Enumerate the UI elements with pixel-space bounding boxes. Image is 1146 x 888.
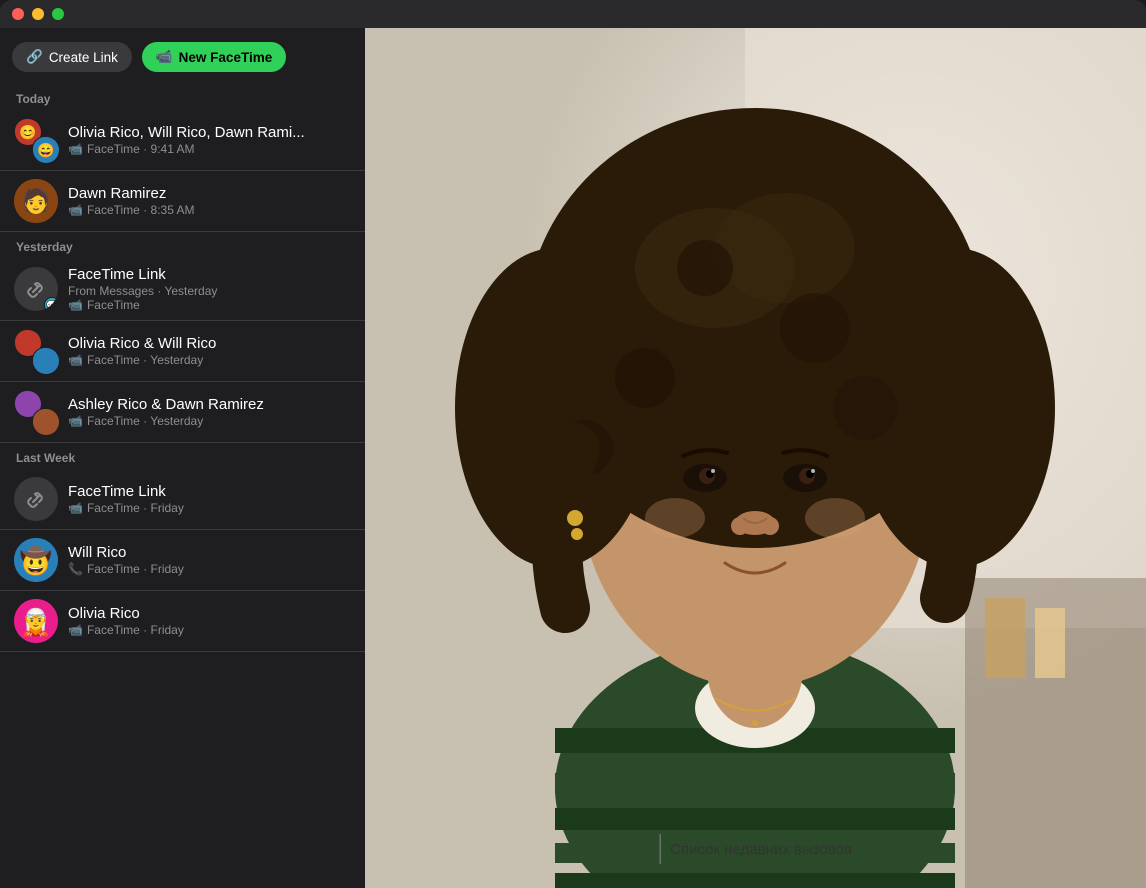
- call-info-today-2: Dawn Ramirez 📹 FaceTime · 8:35 AM: [68, 185, 195, 217]
- create-link-button[interactable]: 🔗 Create Link: [12, 42, 132, 72]
- svg-text:🤠: 🤠: [20, 545, 52, 576]
- video-icon-today2: 📹: [68, 203, 83, 217]
- video-icon-lw1: 📹: [68, 501, 83, 515]
- call-name-yesterday-1: FaceTime Link: [68, 266, 217, 283]
- messages-badge: 💬: [44, 297, 58, 311]
- call-meta-today-1: 📹 FaceTime · 9:41 AM: [68, 142, 305, 156]
- call-item-yesterday-3[interactable]: Ashley Rico & Dawn Ramirez 📹 FaceTime · …: [0, 382, 365, 443]
- call-name-yesterday-2: Olivia Rico & Will Rico: [68, 335, 216, 352]
- call-name-lastweek-1: FaceTime Link: [68, 483, 184, 500]
- call-item-yesterday-1[interactable]: 💬 FaceTime Link From Messages · Yesterda…: [0, 258, 365, 321]
- avatar-multi-yesterday2: [14, 329, 58, 373]
- call-item-yesterday-2[interactable]: Olivia Rico & Will Rico 📹 FaceTime · Yes…: [0, 321, 365, 382]
- video-icon-lw3: 📹: [68, 623, 83, 637]
- avatar-multi-today1: 😊 😄: [14, 118, 58, 162]
- avatar-olivia-lw: 🧝: [14, 599, 58, 643]
- video-icon-today1: 📹: [68, 142, 83, 156]
- call-meta-yesterday-1a: From Messages · Yesterday: [68, 284, 217, 298]
- svg-text:🧑: 🧑: [21, 186, 51, 215]
- avatar-dawn: 🧑: [14, 179, 58, 223]
- video-icon-y1: 📹: [68, 298, 83, 312]
- create-link-label: Create Link: [49, 50, 118, 65]
- call-info-yesterday-3: Ashley Rico & Dawn Ramirez 📹 FaceTime · …: [68, 396, 264, 428]
- avatar-will-lw: 🤠: [14, 538, 58, 582]
- background-photo: [365, 28, 1146, 888]
- avatar-dawn2: [32, 408, 58, 434]
- caption-area: Список недавних вызовов: [659, 834, 852, 864]
- title-bar: [0, 0, 1146, 28]
- call-meta-lastweek-2: 📞 FaceTime · Friday: [68, 562, 184, 576]
- call-item-lastweek-2[interactable]: 🤠 Will Rico 📞 FaceTime · Friday: [0, 530, 365, 591]
- call-item-today-1[interactable]: 😊 😄 Olivia Rico, Will Rico, Dawn Rami...…: [0, 110, 365, 171]
- call-info-lastweek-2: Will Rico 📞 FaceTime · Friday: [68, 544, 184, 576]
- call-meta-yesterday-2: 📹 FaceTime · Yesterday: [68, 353, 216, 367]
- call-meta-lastweek-3: 📹 FaceTime · Friday: [68, 623, 184, 637]
- avatar-link-lastweek1: [14, 477, 58, 521]
- caption-text: Список недавних вызовов: [670, 841, 852, 858]
- call-item-today-2[interactable]: 🧑 Dawn Ramirez 📹 FaceTime · 8:35 AM: [0, 171, 365, 232]
- minimize-button[interactable]: [32, 8, 44, 20]
- avatar-will: 😄: [32, 136, 58, 162]
- call-item-lastweek-3[interactable]: 🧝 Olivia Rico 📹 FaceTime · Friday: [0, 591, 365, 652]
- call-meta-yesterday-1b: 📹 FaceTime: [68, 298, 217, 312]
- video-camera-icon: 📹: [156, 49, 173, 65]
- toolbar: 🔗 Create Link 📹 New FaceTime: [0, 28, 365, 84]
- video-icon-y3: 📹: [68, 414, 83, 428]
- sidebar: 🔗 Create Link 📹 New FaceTime Today 😊: [0, 28, 365, 888]
- content-panel: Список недавних вызовов: [365, 28, 1146, 888]
- call-name-today-2: Dawn Ramirez: [68, 185, 195, 202]
- call-name-today-1: Olivia Rico, Will Rico, Dawn Rami...: [68, 124, 305, 141]
- call-meta-yesterday-3: 📹 FaceTime · Yesterday: [68, 414, 264, 428]
- close-button[interactable]: [12, 8, 24, 20]
- main-container: 🔗 Create Link 📹 New FaceTime Today 😊: [0, 28, 1146, 888]
- avatar-multi-yesterday3: [14, 390, 58, 434]
- call-info-yesterday-1: FaceTime Link From Messages · Yesterday …: [68, 266, 217, 312]
- new-facetime-button[interactable]: 📹 New FaceTime: [142, 42, 286, 72]
- call-name-yesterday-3: Ashley Rico & Dawn Ramirez: [68, 396, 264, 413]
- new-facetime-label: New FaceTime: [179, 50, 273, 65]
- call-name-lastweek-3: Olivia Rico: [68, 605, 184, 622]
- call-meta-lastweek-1: 📹 FaceTime · Friday: [68, 501, 184, 515]
- phone-icon-lw2: 📞: [68, 562, 83, 576]
- maximize-button[interactable]: [52, 8, 64, 20]
- section-header-yesterday: Yesterday: [0, 232, 365, 258]
- avatar-link-yesterday1: 💬: [14, 267, 58, 311]
- video-icon-y2: 📹: [68, 353, 83, 367]
- avatar-will2: [32, 347, 58, 373]
- call-info-today-1: Olivia Rico, Will Rico, Dawn Rami... 📹 F…: [68, 124, 305, 156]
- section-header-today: Today: [0, 84, 365, 110]
- call-info-yesterday-2: Olivia Rico & Will Rico 📹 FaceTime · Yes…: [68, 335, 216, 367]
- call-meta-today-2: 📹 FaceTime · 8:35 AM: [68, 203, 195, 217]
- link-icon: 🔗: [26, 49, 43, 65]
- svg-text:😄: 😄: [37, 142, 54, 158]
- call-info-lastweek-1: FaceTime Link 📹 FaceTime · Friday: [68, 483, 184, 515]
- call-item-lastweek-1[interactable]: FaceTime Link 📹 FaceTime · Friday: [0, 469, 365, 530]
- section-header-lastweek: Last Week: [0, 443, 365, 469]
- call-name-lastweek-2: Will Rico: [68, 544, 184, 561]
- call-info-lastweek-3: Olivia Rico 📹 FaceTime · Friday: [68, 605, 184, 637]
- svg-text:🧝: 🧝: [20, 607, 52, 637]
